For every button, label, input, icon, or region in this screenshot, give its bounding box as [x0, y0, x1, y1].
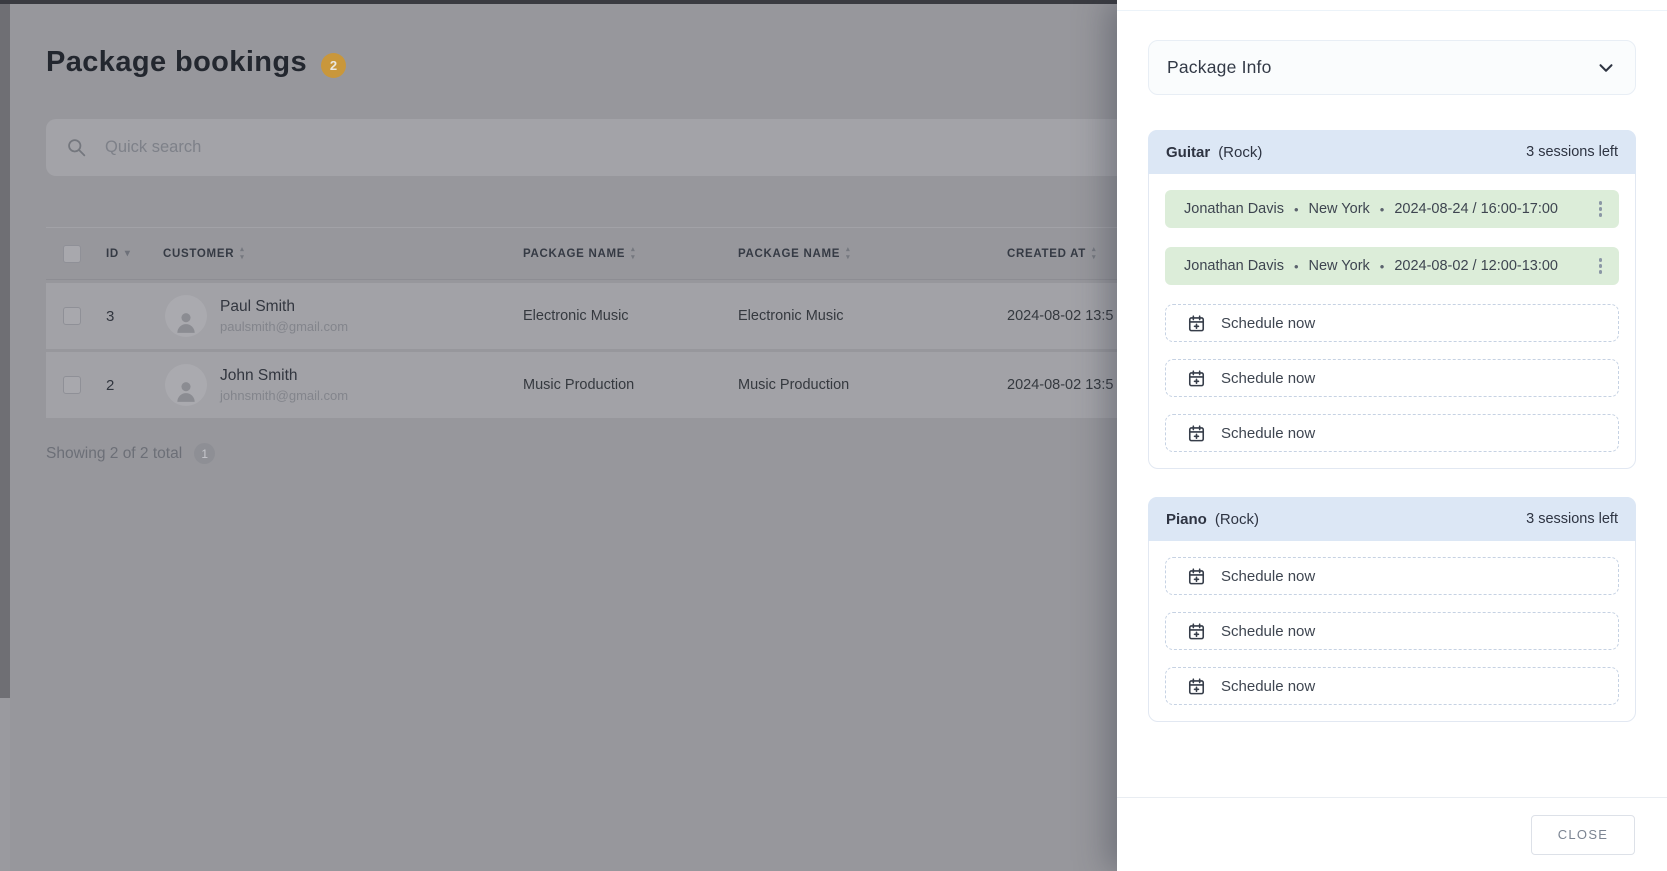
accordion-title: Package Info	[1167, 57, 1272, 78]
group-card-guitar: Guitar (Rock) 3 sessions left Jonathan D…	[1148, 130, 1636, 469]
session-location: New York	[1309, 201, 1370, 217]
schedule-now-button[interactable]: Schedule now	[1165, 557, 1619, 595]
schedule-now-button[interactable]: Schedule now	[1165, 414, 1619, 452]
calendar-plus-icon	[1187, 622, 1206, 641]
sessions-left-label: 3 sessions left	[1526, 511, 1618, 527]
group-name: Piano	[1166, 511, 1207, 528]
bullet-separator: •	[1294, 259, 1299, 274]
calendar-plus-icon	[1187, 677, 1206, 696]
bullet-separator: •	[1380, 259, 1385, 274]
bullet-separator: •	[1380, 202, 1385, 217]
kebab-menu-icon[interactable]	[1594, 197, 1608, 221]
calendar-plus-icon	[1187, 424, 1206, 443]
booked-session-chip: Jonathan Davis • New York • 2024-08-24 /…	[1165, 190, 1619, 228]
chevron-down-icon	[1595, 57, 1617, 79]
group-header: Piano (Rock) 3 sessions left	[1148, 497, 1636, 541]
session-datetime: 2024-08-24 / 16:00-17:00	[1394, 201, 1558, 217]
booked-session-chip: Jonathan Davis • New York • 2024-08-02 /…	[1165, 247, 1619, 285]
drawer-body: Package Info Guitar (Rock) 3 sessions le…	[1117, 0, 1667, 797]
bullet-separator: •	[1294, 202, 1299, 217]
session-location: New York	[1309, 258, 1370, 274]
schedule-now-button[interactable]: Schedule now	[1165, 359, 1619, 397]
session-teacher: Jonathan Davis	[1184, 258, 1284, 274]
group-genre: (Rock)	[1215, 511, 1259, 528]
calendar-plus-icon	[1187, 314, 1206, 333]
calendar-plus-icon	[1187, 369, 1206, 388]
schedule-now-button[interactable]: Schedule now	[1165, 667, 1619, 705]
package-info-drawer: Package Info Guitar (Rock) 3 sessions le…	[1117, 0, 1667, 871]
schedule-now-button[interactable]: Schedule now	[1165, 612, 1619, 650]
kebab-menu-icon[interactable]	[1594, 254, 1608, 278]
package-info-accordion[interactable]: Package Info	[1148, 40, 1636, 95]
session-teacher: Jonathan Davis	[1184, 201, 1284, 217]
schedule-now-button[interactable]: Schedule now	[1165, 304, 1619, 342]
group-genre: (Rock)	[1218, 144, 1262, 161]
drawer-backdrop[interactable]	[0, 0, 1117, 871]
calendar-plus-icon	[1187, 567, 1206, 586]
group-header: Guitar (Rock) 3 sessions left	[1148, 130, 1636, 174]
group-name: Guitar	[1166, 144, 1210, 161]
sessions-left-label: 3 sessions left	[1526, 144, 1618, 160]
drawer-footer: CLOSE	[1117, 797, 1667, 871]
close-button[interactable]: CLOSE	[1531, 815, 1635, 855]
session-datetime: 2024-08-02 / 12:00-13:00	[1394, 258, 1558, 274]
group-card-piano: Piano (Rock) 3 sessions left Schedule no…	[1148, 497, 1636, 722]
